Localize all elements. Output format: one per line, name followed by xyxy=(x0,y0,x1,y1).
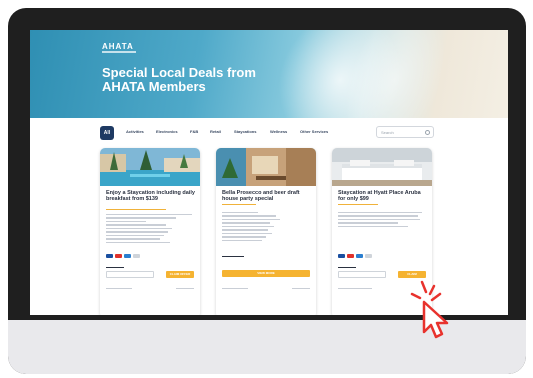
mouse-cursor-icon xyxy=(410,280,449,339)
hero-title: Special Local Deals from AHATA Members xyxy=(102,65,256,94)
visa-icon xyxy=(338,254,345,258)
filter-all-button[interactable]: All xyxy=(100,126,114,140)
card-footer xyxy=(222,286,310,291)
deal-subtitle xyxy=(222,204,312,207)
brand-tagline-bar xyxy=(102,51,136,53)
amex-icon xyxy=(124,254,131,258)
resort-pool-image xyxy=(100,148,200,186)
claim-button[interactable]: CLAIM xyxy=(398,271,426,278)
promo-code-label xyxy=(338,267,356,270)
mastercard-icon xyxy=(115,254,122,258)
claim-offer-button[interactable]: CLAIM OFFER xyxy=(166,271,194,278)
visa-icon xyxy=(106,254,113,258)
amex-icon xyxy=(356,254,363,258)
deal-card[interactable]: Bella Prosecco and beer draft house part… xyxy=(216,148,316,315)
category-filter-bar: All Activities Electronics F&B Retail St… xyxy=(30,118,508,148)
payment-methods xyxy=(106,254,140,258)
website-screen: AHATA Special Local Deals from AHATA Mem… xyxy=(30,30,508,315)
search-icon xyxy=(425,130,430,135)
contact-email[interactable] xyxy=(338,288,372,290)
payment-methods xyxy=(338,254,372,258)
search-input[interactable]: Search xyxy=(376,126,434,138)
promo-code-field[interactable] xyxy=(106,271,154,278)
hero-banner: AHATA Special Local Deals from AHATA Mem… xyxy=(30,30,508,118)
restaurant-image xyxy=(216,148,316,186)
deal-location xyxy=(222,256,310,259)
card-footer xyxy=(106,286,194,291)
deal-title: Enjoy a Staycation including daily break… xyxy=(106,190,195,202)
mastercard-icon xyxy=(347,254,354,258)
card-icon xyxy=(365,254,372,258)
contact-phone[interactable] xyxy=(176,288,194,290)
filter-wellness[interactable]: Wellness xyxy=(270,129,287,134)
filter-fnb[interactable]: F&B xyxy=(190,129,198,134)
search-placeholder: Search xyxy=(381,130,394,135)
filter-electronics[interactable]: Electronics xyxy=(156,129,178,134)
deal-description xyxy=(106,214,194,245)
promo-code-field[interactable] xyxy=(338,271,386,278)
promo-code-label xyxy=(106,267,124,270)
deal-card[interactable]: Enjoy a Staycation including daily break… xyxy=(100,148,200,315)
deal-description xyxy=(338,212,426,229)
deal-subtitle xyxy=(106,209,196,212)
filter-staycations[interactable]: Staycations xyxy=(234,129,256,134)
deal-title: Bella Prosecco and beer draft house part… xyxy=(222,190,300,202)
deal-subtitle xyxy=(338,204,428,207)
contact-email[interactable] xyxy=(106,288,132,290)
view-more-button[interactable]: VIEW MORE xyxy=(222,270,310,277)
card-icon xyxy=(133,254,140,258)
contact-phone[interactable] xyxy=(292,288,310,290)
deal-description xyxy=(222,212,310,243)
deal-title: Staycation at Hyatt Place Aruba for only… xyxy=(338,190,421,202)
hotel-room-image xyxy=(332,148,432,186)
filter-activities[interactable]: Activities xyxy=(126,129,144,134)
brand-logo[interactable]: AHATA xyxy=(102,42,134,51)
contact-email[interactable] xyxy=(222,288,248,290)
filter-other-services[interactable]: Other Services xyxy=(300,129,328,134)
filter-retail[interactable]: Retail xyxy=(210,129,221,134)
